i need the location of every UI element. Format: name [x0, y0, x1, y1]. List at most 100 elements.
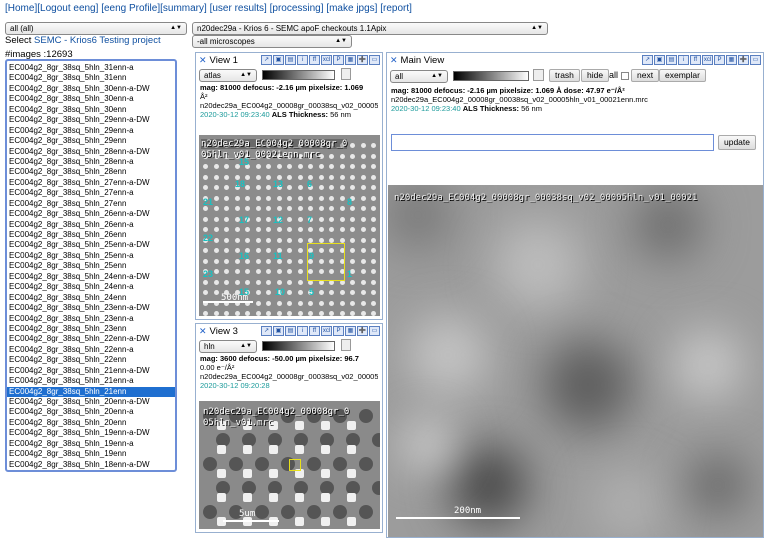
settings-icon[interactable] [533, 69, 544, 81]
trash-button[interactable]: trash [549, 69, 580, 82]
list-item[interactable]: EC004g2_8gr_38sq_5hln_19enn-a-DW [7, 428, 175, 438]
view1-image[interactable]: n20dec29a_EC004g2_00008gr_0 05hln_v01_000… [199, 135, 380, 316]
list-item[interactable]: EC004g2_8gr_38sq_5hln_26enn [7, 230, 175, 240]
tool-icon[interactable]: ▭ [750, 55, 761, 65]
tool-icon[interactable]: xcl [702, 55, 713, 65]
view3-preset-select[interactable]: hln ▲▼ [199, 340, 257, 353]
tool-icon[interactable]: ▭ [369, 326, 380, 336]
tool-icon[interactable]: i [678, 55, 689, 65]
list-item[interactable]: EC004g2_8gr_38sq_5hln_21enn-a-DW [7, 366, 175, 376]
tool-icon[interactable]: ff [309, 326, 320, 336]
view3-contrast-bar[interactable] [262, 341, 335, 351]
tool-icon[interactable]: ▤ [285, 326, 296, 336]
list-item[interactable]: EC004g2_8gr_38sq_5hln_24enn-a-DW [7, 272, 175, 282]
list-item[interactable]: EC004g2_8gr_38sq_5hln_28enn [7, 167, 175, 177]
list-item[interactable]: EC004g2_8gr_38sq_5hln_29enn [7, 136, 175, 146]
view3-image[interactable]: n20dec29a_EC004g2_00008gr_0 05hln_v01.mrc… [199, 401, 380, 529]
list-item[interactable]: EC004g2_8gr_38sq_5hln_18enn-a-DW [7, 460, 175, 470]
tool-icon[interactable]: ➕ [357, 326, 368, 336]
list-item[interactable]: EC004g2_8gr_38sq_5hln_25enn-a-DW [7, 240, 175, 250]
view1-preset-select[interactable]: atlas ▲▼ [199, 69, 257, 82]
list-item[interactable]: EC004g2_8gr_38sq_5hln_23enn-a [7, 314, 175, 324]
list-item[interactable]: EC004g2_8gr_38sq_5hln_22enn [7, 355, 175, 365]
list-item[interactable]: EC004g2_8gr_38sq_5hln_23enn [7, 324, 175, 334]
list-item[interactable]: EC004g2_8gr_38sq_5hln_26enn-a [7, 220, 175, 230]
tool-icon[interactable]: ↗ [261, 55, 272, 65]
tool-icon[interactable]: ▭ [369, 55, 380, 65]
next-button[interactable]: next [631, 69, 660, 82]
view1-contrast-bar[interactable] [262, 70, 335, 80]
tool-icon[interactable]: ▦ [726, 55, 737, 65]
tool-icon[interactable]: i [297, 55, 308, 65]
update-button[interactable]: update [718, 135, 756, 150]
list-item[interactable]: EC004g2_8gr_38sq_5hln_29enn-a-DW [7, 115, 175, 125]
tool-icon[interactable]: ▣ [273, 55, 284, 65]
list-item[interactable]: EC004g2_8gr_38sq_5hln_20enn [7, 418, 175, 428]
list-item[interactable]: EC004g2_8gr_38sq_5hln_26enn-a-DW [7, 209, 175, 219]
list-item[interactable]: EC004g2_8gr_38sq_5hln_29enn-a [7, 126, 175, 136]
tool-icon[interactable]: i [297, 326, 308, 336]
list-item[interactable]: EC004g2_8gr_38sq_5hln_28enn-a [7, 157, 175, 167]
list-item[interactable]: EC004g2_8gr_38sq_5hln_31enn [7, 73, 175, 83]
tool-icon[interactable]: ff [309, 55, 320, 65]
list-item[interactable]: EC004g2_8gr_38sq_5hln_22enn-a-DW [7, 334, 175, 344]
view3-toolbar[interactable]: ↗ ▣ ▤ i ff xcl P ▦ ➕ ▭ [261, 326, 380, 336]
tool-icon[interactable]: ↗ [261, 326, 272, 336]
comment-input[interactable] [391, 134, 714, 151]
list-item[interactable]: EC004g2_8gr_38sq_5hln_30enn-a [7, 94, 175, 104]
tool-icon[interactable]: ▦ [345, 326, 356, 336]
exemplar-button[interactable]: exemplar [659, 69, 706, 82]
list-item[interactable]: EC004g2_8gr_38sq_5hln_20enn-a [7, 407, 175, 417]
list-item[interactable]: EC004g2_8gr_38sq_5hln_25enn [7, 261, 175, 271]
list-item[interactable]: EC004g2_8gr_38sq_5hln_24enn-a [7, 282, 175, 292]
list-item[interactable]: EC004g2_8gr_38sq_5hln_23enn-a-DW [7, 303, 175, 313]
project-link[interactable]: SEMC - Krios6 Testing project [34, 35, 161, 46]
list-item[interactable]: EC004g2_8gr_38sq_5hln_25enn-a [7, 251, 175, 261]
main-contrast-bar[interactable] [453, 71, 529, 81]
image-list[interactable]: EC004g2_8gr_38sq_5hln_31enn-a EC004g2_8gr… [5, 59, 177, 472]
tool-icon[interactable]: P [714, 55, 725, 65]
session-select[interactable]: n20dec29a - Krios 6 - SEMC apoF checkout… [192, 22, 548, 35]
microscope-select[interactable]: -all microscopes ▲▼ [192, 35, 352, 48]
tool-icon[interactable]: ➕ [357, 55, 368, 65]
hide-button[interactable]: hide [581, 69, 610, 82]
view1-toolbar[interactable]: ↗ ▣ ▤ i ff xcl P ▦ ➕ ▭ [261, 55, 380, 65]
tool-icon[interactable]: ff [690, 55, 701, 65]
main-toolbar[interactable]: ↗ ▣ ▤ i ff xcl P ▦ ➕ ▭ [642, 55, 761, 65]
tool-icon[interactable]: ▤ [666, 55, 677, 65]
tool-icon[interactable]: ↗ [642, 55, 653, 65]
main-image[interactable]: n20dec29a_EC004g2_00008gr_00038sq_v02_00… [388, 185, 763, 537]
tool-icon[interactable]: ▤ [285, 55, 296, 65]
close-icon[interactable]: ✕ [390, 55, 398, 66]
list-item[interactable]: EC004g2_8gr_38sq_5hln_19enn-a [7, 439, 175, 449]
nav-link[interactable]: [Home] [5, 3, 37, 14]
list-item[interactable]: EC004g2_8gr_38sq_5hln_21enn [7, 386, 175, 397]
nav-link[interactable]: [Logout eeng] [37, 3, 98, 14]
nav-link[interactable]: [report] [380, 3, 412, 14]
list-item[interactable]: EC004g2_8gr_38sq_5hln_24enn [7, 293, 175, 303]
tool-icon[interactable]: ▣ [654, 55, 665, 65]
list-item[interactable]: EC004g2_8gr_38sq_5hln_22enn-a [7, 345, 175, 355]
list-item[interactable]: EC004g2_8gr_38sq_5hln_28enn-a-DW [7, 147, 175, 157]
tool-icon[interactable]: ▣ [273, 326, 284, 336]
all-checkbox[interactable] [621, 72, 629, 80]
list-item[interactable]: EC004g2_8gr_38sq_5hln_30enn [7, 105, 175, 115]
user-select[interactable]: all (all) ▲▼ [5, 22, 187, 35]
nav-link[interactable]: [processing] [270, 3, 324, 14]
settings-icon[interactable] [341, 339, 351, 351]
main-preset-select[interactable]: all ▲▼ [390, 70, 448, 83]
close-icon[interactable]: ✕ [199, 55, 207, 66]
list-item[interactable]: EC004g2_8gr_38sq_5hln_30enn-a-DW [7, 84, 175, 94]
nav-link[interactable]: [summary] [160, 3, 207, 14]
tool-icon[interactable]: xcl [321, 55, 332, 65]
list-item[interactable]: EC004g2_8gr_38sq_5hln_27enn-a [7, 188, 175, 198]
list-item[interactable]: EC004g2_8gr_38sq_5hln_27enn [7, 199, 175, 209]
list-item[interactable]: EC004g2_8gr_38sq_5hln_21enn-a [7, 376, 175, 386]
tool-icon[interactable]: P [333, 326, 344, 336]
tool-icon[interactable]: ➕ [738, 55, 749, 65]
list-item[interactable]: EC004g2_8gr_38sq_5hln_20enn-a-DW [7, 397, 175, 407]
nav-link[interactable]: [make jpgs] [326, 3, 377, 14]
settings-icon[interactable] [341, 68, 351, 80]
nav-link[interactable]: [eeng Profile] [101, 3, 160, 14]
close-icon[interactable]: ✕ [199, 326, 207, 337]
